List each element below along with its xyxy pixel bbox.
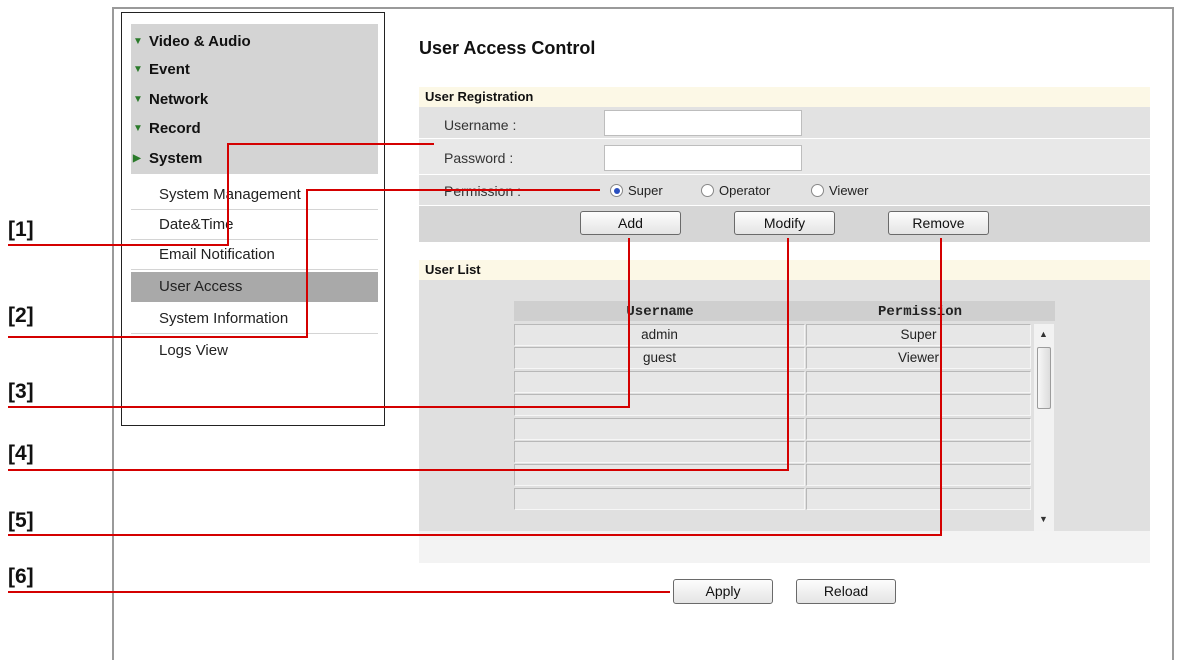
table-cell-username[interactable]	[514, 441, 805, 463]
menu-video-audio[interactable]: ▼ Video & Audio	[133, 28, 251, 56]
table-cell-username[interactable]: guest	[514, 347, 805, 369]
frame-left-border	[112, 7, 114, 660]
callout-line-4a	[8, 469, 789, 471]
permission-operator-radio[interactable]: Operator	[701, 183, 770, 199]
permission-label: Permission :	[444, 183, 522, 199]
scroll-thumb[interactable]	[1037, 347, 1051, 409]
callout-label-3: [3]	[8, 380, 34, 403]
page-title: User Access Control	[419, 38, 596, 58]
add-button[interactable]: Add	[580, 211, 681, 235]
table-cell-username[interactable]: admin	[514, 324, 805, 346]
callout-label-1: [1]	[8, 218, 34, 241]
callout-line-5a	[8, 534, 942, 536]
menu-label: Video & Audio	[149, 33, 251, 50]
table-cell-username[interactable]	[514, 371, 805, 393]
callout-label-2: [2]	[8, 304, 34, 327]
user-registration-heading: User Registration	[419, 87, 1150, 107]
table-cell-username[interactable]	[514, 488, 805, 510]
callout-line-5b	[940, 238, 942, 536]
menu-network[interactable]: ▼ Network	[133, 86, 208, 114]
callout-label-4: [4]	[8, 442, 34, 465]
triangle-right-icon: ▶	[133, 153, 141, 165]
password-label: Password :	[444, 150, 514, 166]
callout-line-3b	[628, 238, 630, 408]
sidebar-item-system-management[interactable]: System Management	[131, 180, 378, 210]
menu-label: Network	[149, 91, 209, 108]
triangle-down-icon: ▼	[133, 123, 143, 135]
frame-top-border	[112, 7, 1174, 9]
column-header-username: Username	[626, 304, 694, 320]
permission-viewer-radio[interactable]: Viewer	[811, 183, 869, 199]
user-list-heading: User List	[419, 260, 1150, 280]
menu-label: Record	[149, 120, 201, 137]
table-cell-permission[interactable]	[806, 394, 1031, 416]
reload-button[interactable]: Reload	[796, 579, 896, 604]
callout-line-2b	[306, 189, 308, 338]
table-cell-permission[interactable]	[806, 488, 1031, 510]
table-cell-username[interactable]	[514, 394, 805, 416]
modify-button[interactable]: Modify	[734, 211, 835, 235]
table-cell-permission[interactable]	[806, 441, 1031, 463]
table-cell-permission[interactable]	[806, 464, 1031, 486]
radio-label: Super	[628, 183, 663, 198]
menu-label: Event	[149, 61, 190, 78]
username-input[interactable]	[604, 110, 802, 136]
scroll-up-arrow-icon[interactable]: ▲	[1039, 329, 1048, 339]
radio-selected-icon	[610, 184, 623, 197]
menu-label: System	[149, 150, 203, 167]
sidebar-item-date-time[interactable]: Date&Time	[131, 210, 378, 240]
radio-icon	[811, 184, 824, 197]
radio-icon	[701, 184, 714, 197]
table-cell-permission[interactable]	[806, 418, 1031, 440]
scroll-down-arrow-icon[interactable]: ▼	[1039, 514, 1048, 524]
callout-line-1c	[227, 143, 434, 145]
callout-line-2a	[8, 336, 308, 338]
column-header-permission: Permission	[877, 304, 962, 320]
callout-line-1b	[227, 143, 229, 246]
table-cell-username[interactable]	[514, 418, 805, 440]
menu-system[interactable]: ▶ System	[133, 145, 202, 173]
sidebar-item-user-access[interactable]: User Access	[131, 272, 378, 302]
callout-line-1a	[8, 244, 229, 246]
triangle-down-icon: ▼	[133, 36, 143, 48]
menu-record[interactable]: ▼ Record	[133, 115, 201, 143]
sidebar-item-logs-view[interactable]: Logs View	[131, 336, 378, 366]
radio-label: Operator	[719, 183, 771, 198]
radio-label: Viewer	[829, 183, 869, 198]
table-cell-permission[interactable]	[806, 371, 1031, 393]
callout-line-3a	[8, 406, 630, 408]
table-cell-username[interactable]	[514, 464, 805, 486]
username-label: Username :	[444, 117, 517, 133]
remove-button[interactable]: Remove	[888, 211, 989, 235]
frame-right-border	[1172, 7, 1174, 660]
callout-label-6: [6]	[8, 565, 34, 588]
callout-line-6	[8, 591, 670, 593]
table-cell-permission[interactable]: Viewer	[806, 347, 1031, 369]
permission-super-radio[interactable]: Super	[610, 183, 663, 199]
menu-event[interactable]: ▼ Event	[133, 56, 190, 84]
callout-line-2c	[306, 189, 600, 191]
password-input[interactable]	[604, 145, 802, 171]
triangle-down-icon: ▼	[133, 94, 143, 106]
callout-label-5: [5]	[8, 509, 34, 532]
callout-line-4b	[787, 238, 789, 471]
sidebar-item-system-information[interactable]: System Information	[131, 304, 378, 334]
triangle-down-icon: ▼	[133, 64, 143, 76]
apply-button[interactable]: Apply	[673, 579, 773, 604]
table-cell-permission[interactable]: Super	[806, 324, 1031, 346]
